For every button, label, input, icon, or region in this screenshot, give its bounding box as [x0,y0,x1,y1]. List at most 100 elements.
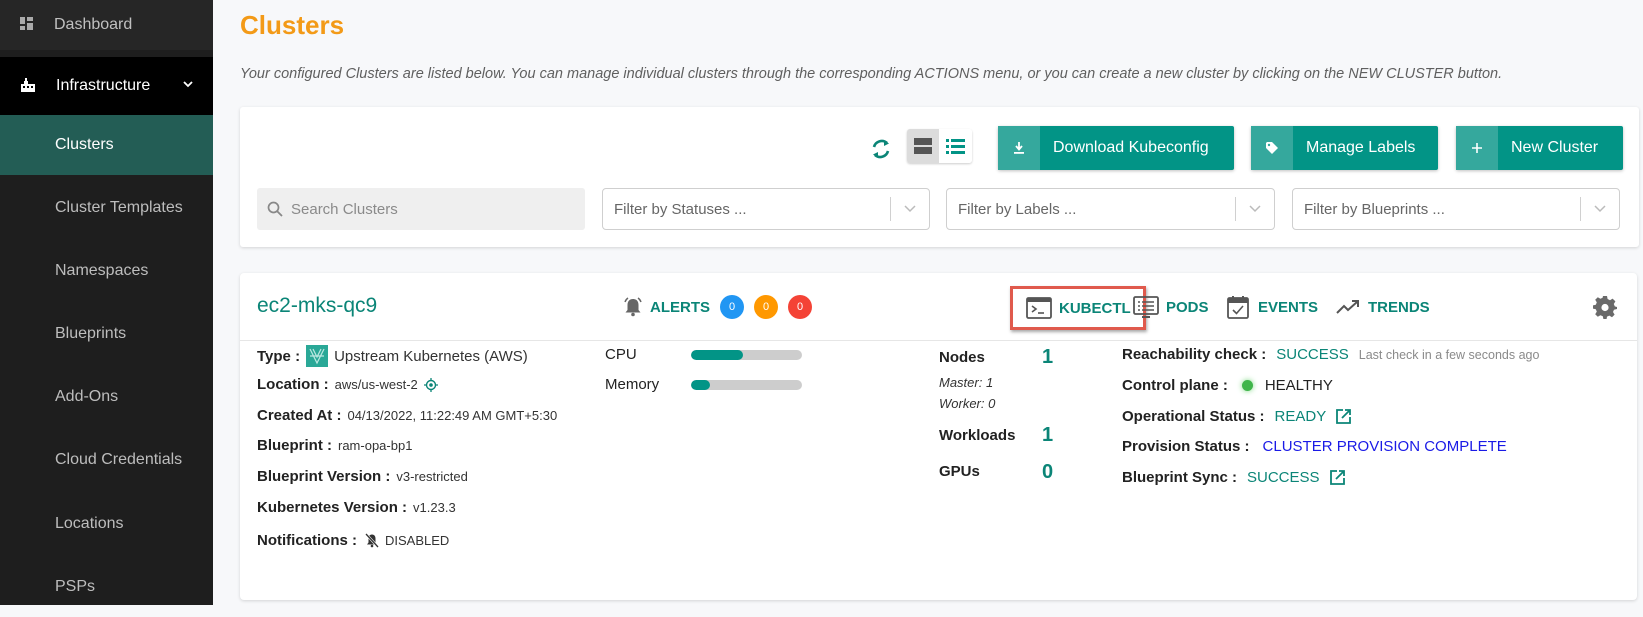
sidebar-item-label: PSPs [55,578,96,595]
sidebar-item-cluster-templates[interactable]: Cluster Templates [0,178,213,238]
sidebar-item-cloud-credentials[interactable]: Cloud Credentials [0,430,213,490]
alerts-label: ALERTS [650,298,710,316]
download-icon [1014,142,1024,154]
cpu-usage-bar [691,350,802,360]
card-view-button[interactable] [907,129,939,163]
gpus-label: GPUs [939,463,980,480]
cpu-label: CPU [605,346,637,363]
pods-list-icon [1133,296,1159,318]
created-at-row: Created At : 04/13/2022, 11:22:49 AM GMT… [257,407,557,424]
blueprint-version-label: Blueprint Version : [257,468,391,485]
chevron-down-icon [1249,205,1261,213]
plus-icon [1472,143,1482,153]
external-link-icon[interactable] [1329,469,1346,486]
alert-badge-critical[interactable]: 0 [788,295,812,319]
page-description: Your configured Clusters are listed belo… [240,66,1503,82]
cluster-card-header: ec2-mks-qc9 ALERTS 0 0 0 KUBECTL PODS EV… [240,273,1637,341]
terminal-icon [1026,297,1052,319]
search-clusters-input[interactable] [291,200,571,218]
location-row: Location : aws/us-west-2 [257,376,438,393]
calendar-check-icon [1227,296,1249,319]
location-target-icon[interactable] [423,377,438,392]
new-cluster-button[interactable]: New Cluster [1456,126,1623,170]
cluster-name[interactable]: ec2-mks-qc9 [257,294,377,318]
blueprint-version-row: Blueprint Version : v3-restricted [257,468,468,485]
workloads-value: 1 [1042,424,1054,446]
kubernetes-version-value: v1.23.3 [413,500,456,515]
alert-badge-warning[interactable]: 0 [754,295,778,319]
chevron-down-icon [183,81,193,88]
blueprint-sync-value: SUCCESS [1247,469,1320,486]
reachability-label: Reachability check : [1122,346,1267,363]
search-icon [267,201,283,217]
list-view-button[interactable] [939,129,972,163]
kubernetes-version-row: Kubernetes Version : v1.23.3 [257,499,456,516]
memory-label: Memory [605,376,660,393]
sidebar-item-label: Add-Ons [55,388,119,405]
trending-up-icon [1336,300,1359,314]
sidebar-item-label: Blueprints [55,325,127,342]
sidebar-item-clusters[interactable]: Clusters [0,115,213,175]
alert-badge-info[interactable]: 0 [720,295,744,319]
filter-blueprints-select[interactable]: Filter by Blueprints ... [1292,188,1620,230]
new-cluster-label: New Cluster [1511,139,1599,156]
memory-usage-fill [691,380,710,390]
view-toggle [907,129,972,163]
blueprint-sync-label: Blueprint Sync : [1122,469,1238,486]
notifications-label: Notifications : [257,532,357,549]
master-count: Master: 1 [939,375,994,390]
filter-statuses-select[interactable]: Filter by Statuses ... [602,188,930,230]
sidebar-item-blueprints[interactable]: Blueprints [0,304,213,364]
filter-blueprints-placeholder: Filter by Blueprints ... [1304,200,1445,218]
cpu-usage-fill [691,350,744,360]
worker-count: Worker: 0 [939,396,996,411]
page-title: Clusters [240,10,345,40]
manage-labels-button[interactable]: Manage Labels [1251,126,1438,170]
blueprint-version-value: v3-restricted [396,469,468,484]
bell-off-icon [365,533,379,548]
download-kubeconfig-button[interactable]: Download Kubeconfig [998,126,1234,170]
reachability-row: Reachability check : SUCCESS Last check … [1122,346,1539,363]
sidebar-item-label: Locations [55,515,124,532]
trends-button[interactable]: TRENDS [1335,295,1430,319]
chevron-down-icon [1594,205,1606,213]
gear-icon[interactable] [1593,295,1617,319]
sidebar-item-label: Namespaces [55,262,149,279]
sidebar-item-dashboard[interactable]: Dashboard [0,0,213,50]
sidebar-item-label: Dashboard [54,16,133,33]
location-value: aws/us-west-2 [334,377,418,392]
external-link-icon[interactable] [1335,408,1352,425]
cluster-card: ec2-mks-qc9 ALERTS 0 0 0 KUBECTL PODS EV… [240,273,1637,600]
events-label: EVENTS [1258,298,1319,316]
filter-statuses-placeholder: Filter by Statuses ... [614,200,747,218]
refresh-icon[interactable] [870,137,892,161]
kubectl-button[interactable]: KUBECTL [1010,286,1146,330]
control-plane-label: Control plane : [1122,377,1228,394]
search-box [257,188,585,230]
sidebar: Dashboard Infrastructure Clusters Cluste… [0,0,213,605]
gpus-value: 0 [1042,461,1054,483]
filter-labels-select[interactable]: Filter by Labels ... [946,188,1275,230]
building-icon [21,78,35,92]
sidebar-item-namespaces[interactable]: Namespaces [0,241,213,301]
created-at-label: Created At : [257,407,342,424]
bell-ringing-icon [624,297,642,317]
location-label: Location : [257,376,329,393]
sidebar-item-infrastructure[interactable]: Infrastructure [0,57,213,115]
sidebar-item-locations[interactable]: Locations [0,494,213,554]
operational-status-row: Operational Status : READY [1122,408,1352,425]
sidebar-item-psps[interactable]: PSPs [0,557,213,617]
toolbar-card: Download Kubeconfig Manage Labels New Cl… [240,107,1639,247]
pods-button[interactable]: PODS [1133,295,1209,319]
kubernetes-version-label: Kubernetes Version : [257,499,408,516]
nodes-value: 1 [1042,346,1054,368]
control-plane-row: Control plane : HEALTHY [1122,377,1333,394]
events-button[interactable]: EVENTS [1225,295,1318,319]
created-at-value: 04/13/2022, 11:22:49 AM GMT+5:30 [347,408,558,423]
control-plane-value: HEALTHY [1264,377,1333,394]
kubectl-label: KUBECTL [1059,299,1131,317]
chevron-down-icon [904,205,916,213]
sidebar-item-add-ons[interactable]: Add-Ons [0,367,213,427]
trends-label: TRENDS [1368,298,1430,316]
alerts-section[interactable]: ALERTS 0 0 0 [622,295,812,319]
